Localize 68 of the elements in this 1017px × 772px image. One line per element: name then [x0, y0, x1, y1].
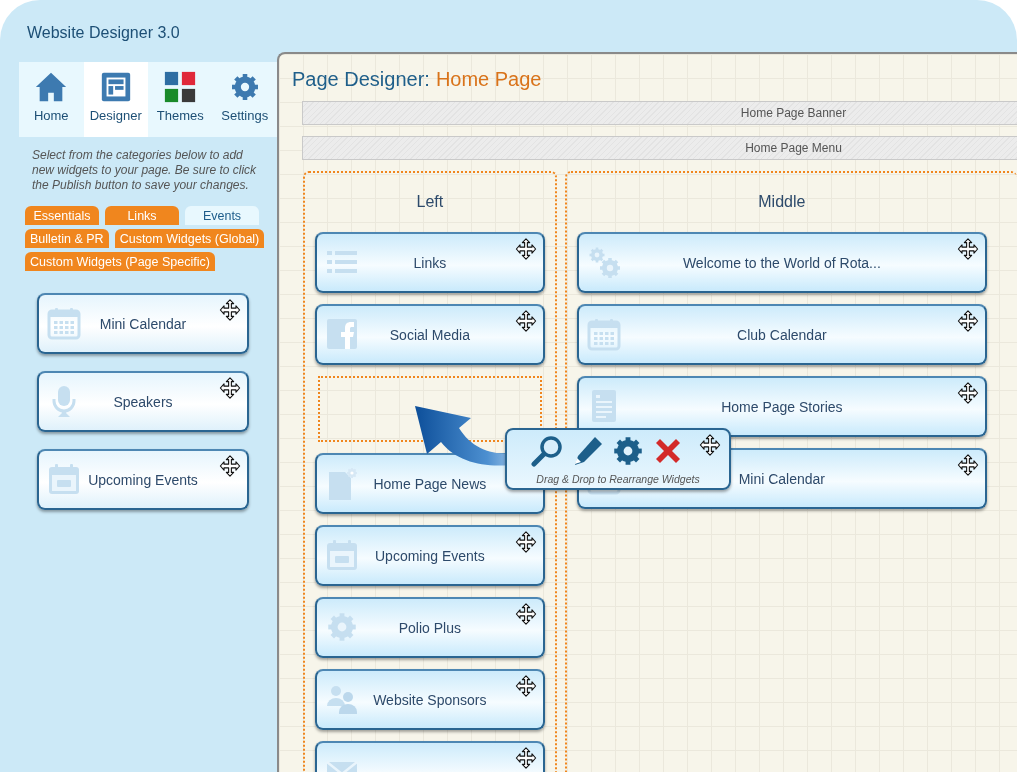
settings-icon[interactable] [611, 434, 645, 468]
document-icon [591, 390, 616, 422]
calendar-icon [47, 308, 81, 340]
nav-tab[interactable]: Settings [212, 62, 277, 137]
home-icon [34, 70, 69, 104]
calendar-icon [327, 540, 357, 570]
envelope-icon [326, 761, 358, 772]
widget-label: Links [413, 254, 447, 271]
column-title: Left [416, 193, 444, 211]
instructions-text: Select from the categories below to add new widgets to your page. Be sure to click the Publish button to save your changes. [32, 148, 258, 193]
document-gear-icon [329, 468, 357, 500]
widget-card[interactable]: Club Calendar [576, 304, 987, 365]
widget-label: Speakers [113, 393, 173, 410]
move-icon[interactable] [219, 377, 241, 399]
widget-label: Upcoming Events [88, 471, 198, 488]
widget-label: Website Sponsors [373, 691, 487, 708]
layout-bar[interactable]: Home Page Menu [302, 136, 1017, 160]
widget-card[interactable]: Upcoming Events [37, 449, 249, 510]
gears-icon [589, 247, 620, 278]
list-icon [327, 251, 357, 273]
move-icon[interactable] [514, 675, 537, 697]
search-icon[interactable] [531, 434, 565, 468]
column-title: Middle [758, 193, 806, 211]
calendar-icon [587, 319, 621, 351]
widget-card[interactable]: Social Media [315, 304, 545, 365]
widget-label: Welcome to the World of Rota... [682, 254, 881, 271]
move-icon[interactable] [514, 531, 537, 553]
nav-tab[interactable]: Themes [148, 62, 213, 137]
widget-card[interactable]: Polio Plus [315, 597, 545, 658]
widget-card[interactable]: Links [315, 232, 545, 293]
move-icon[interactable] [699, 434, 721, 456]
move-icon[interactable] [514, 238, 537, 260]
layout-bar[interactable]: Home Page Banner [302, 101, 1017, 125]
move-icon[interactable] [219, 455, 241, 477]
widget-card[interactable]: Home Page Stories [576, 376, 987, 437]
widget-card[interactable]: Welcome to the World of Rota... [576, 232, 987, 293]
people-icon [327, 686, 357, 714]
widget-card[interactable]: Mini Calendar [37, 293, 249, 354]
page-name: Home Page [435, 68, 542, 91]
move-icon[interactable] [514, 603, 537, 625]
widget-label: Home Page News [373, 475, 487, 492]
move-icon[interactable] [957, 382, 979, 404]
category-tab[interactable]: Events [185, 206, 259, 225]
move-icon[interactable] [957, 310, 979, 332]
widget-card[interactable]: Website Sponsors [315, 669, 545, 730]
widget-card[interactable]: Upcoming Events [315, 525, 545, 586]
color-swatches-icon [163, 70, 198, 104]
designer-title: Page Designer: [292, 68, 430, 91]
move-icon[interactable] [514, 747, 537, 769]
widget-label: Polio Plus [398, 619, 461, 636]
gear-icon [328, 613, 356, 641]
widget-label: Mini Calendar [738, 470, 826, 487]
move-icon[interactable] [514, 310, 537, 332]
nav-tab[interactable]: Designer [83, 62, 148, 137]
widget-label: Club Calendar [737, 326, 827, 343]
calendar-icon [49, 464, 79, 494]
app-title: Website Designer 3.0 [27, 24, 181, 43]
move-icon[interactable] [957, 454, 979, 476]
widget-card[interactable]: Speakers [37, 371, 249, 432]
move-icon[interactable] [219, 299, 241, 321]
facebook-icon [327, 319, 357, 349]
nav-tab[interactable]: Home [19, 62, 84, 137]
widget-label: Social Media [389, 326, 470, 343]
widget-label: Home Page Stories [721, 398, 843, 415]
move-icon[interactable] [957, 238, 979, 260]
widget-label: Mini Calendar [99, 315, 187, 332]
widget-label: Upcoming Events [375, 547, 485, 564]
microphone-icon [52, 386, 76, 417]
